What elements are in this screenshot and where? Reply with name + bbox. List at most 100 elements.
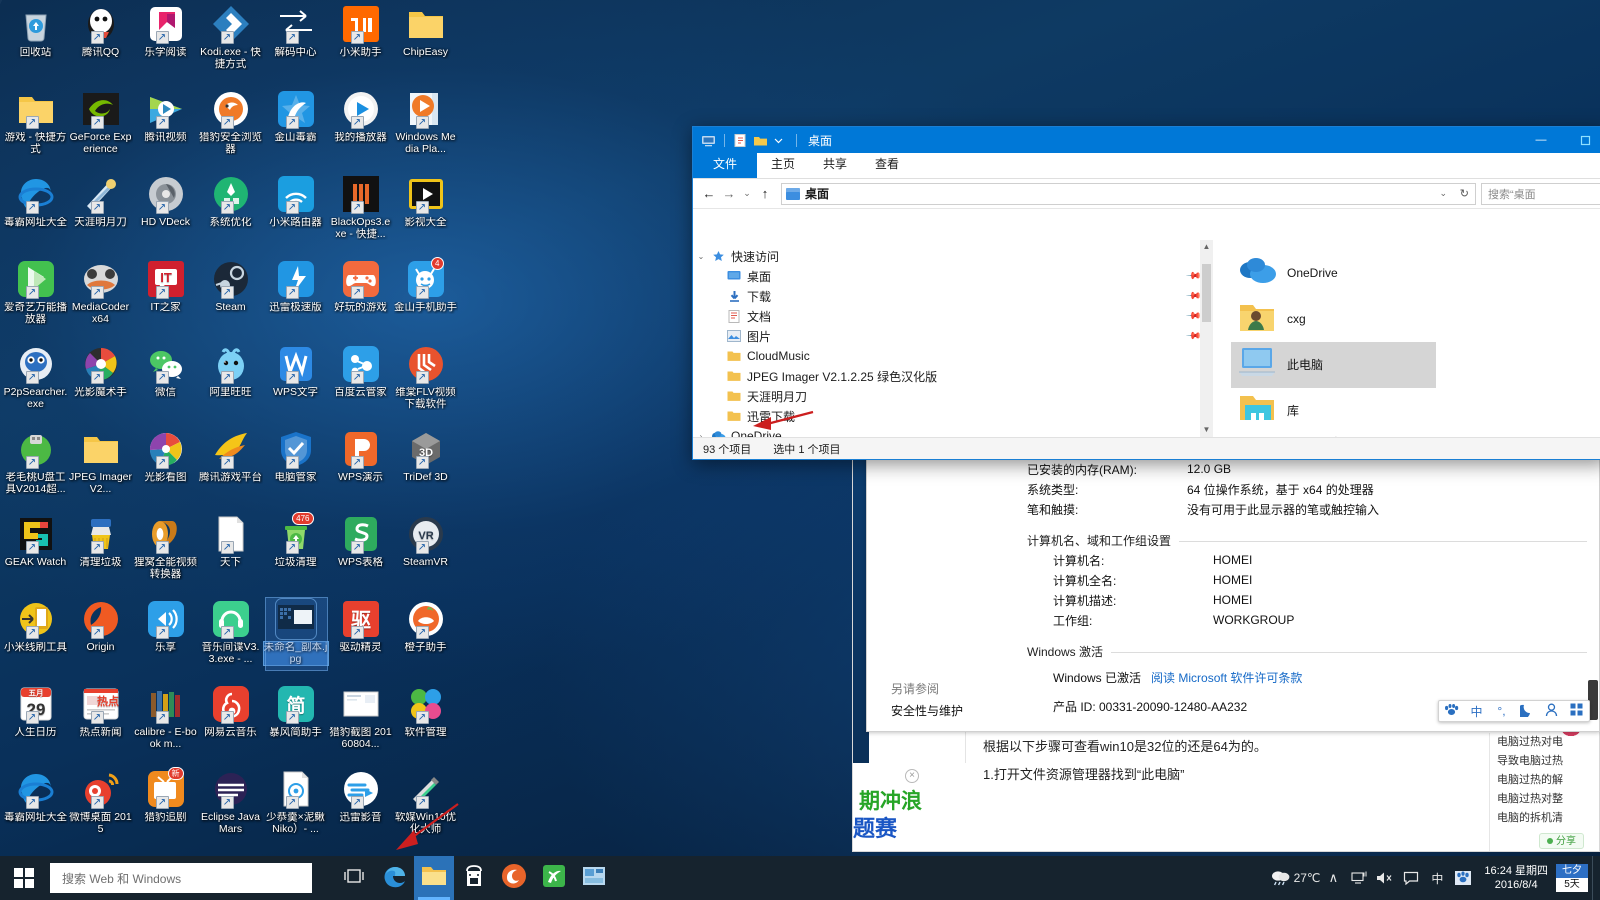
desktop-icon[interactable]: ↗calibre - E-book m... <box>133 684 198 756</box>
desktop-icon[interactable]: 简↗暴风简助手 <box>263 684 328 756</box>
license-terms-link[interactable]: 阅读 Microsoft 软件许可条款 <box>1151 671 1302 685</box>
back-button[interactable]: ← <box>699 182 719 206</box>
tree-item[interactable]: 下载📌 <box>693 286 1213 306</box>
share-button[interactable]: 分享 <box>1539 833 1584 849</box>
desktop-icon[interactable]: ↗少恭羹×泥鳅Niko）- ... <box>263 769 328 841</box>
desktop-icon[interactable]: ↗Kodi.exe - 快捷方式 <box>198 4 263 76</box>
taskbar-firefox[interactable] <box>494 856 534 900</box>
desktop-icon[interactable]: ↗维棠FLV视频下载软件 <box>393 344 458 416</box>
desktop-icon[interactable]: ↗迅雷影音 <box>328 769 393 841</box>
desktop-icon[interactable]: ↗软媒Win10优化大师 <box>393 769 458 841</box>
ime-indicator[interactable]: 中 <box>1424 856 1450 900</box>
desktop-icon[interactable]: ↗微信 <box>133 344 198 416</box>
desktop-icon[interactable]: 驱↗驱动精灵 <box>328 599 393 671</box>
taskbar-kingsoft[interactable] <box>534 856 574 900</box>
person-icon[interactable] <box>1542 703 1562 720</box>
desktop-icon[interactable]: 五月29↗人生日历 <box>3 684 68 756</box>
show-desktop-button[interactable] <box>1592 856 1600 900</box>
close-icon[interactable]: × <box>905 769 919 783</box>
tree-item[interactable]: 迅雷下载 <box>693 406 1213 426</box>
forward-button[interactable]: → <box>719 182 739 206</box>
scroll-up-icon[interactable]: ▲ <box>1200 240 1213 254</box>
explorer-title-bar[interactable]: 桌面 — <box>693 127 1600 153</box>
desktop-icon[interactable]: ↗WPS表格 <box>328 514 393 586</box>
desktop-icon[interactable]: ↗阿里旺旺 <box>198 344 263 416</box>
desktop-icon[interactable]: 热点↗热点新闻 <box>68 684 133 756</box>
scroll-down-icon[interactable]: ▼ <box>1200 423 1213 437</box>
new-folder-icon[interactable] <box>753 133 768 148</box>
taskbar-app-buttons[interactable] <box>334 856 614 900</box>
desktop-icon[interactable]: 猎豹截图 20160804... <box>328 684 393 756</box>
clock[interactable]: 16:24 星期四 2016/8/4 <box>1476 864 1556 892</box>
desktop-icon[interactable]: ↗476垃圾清理 <box>263 514 328 586</box>
desktop-icon[interactable]: ↗GEAK Watch <box>3 514 68 586</box>
related-link[interactable]: 电脑的拆机清 <box>1497 809 1600 828</box>
desktop-icon[interactable]: ↗老毛桃U盘工具V2014超... <box>3 429 68 501</box>
tree-item[interactable]: 天涯明月刀 <box>693 386 1213 406</box>
desktop-icon[interactable]: ↗狸窝全能视频转换器 <box>133 514 198 586</box>
desktop-icon[interactable]: ↗天涯明月刀 <box>68 174 133 246</box>
tree-item[interactable]: 桌面📌 <box>693 266 1213 286</box>
ribbon-tab-0[interactable]: 文件 <box>693 150 757 178</box>
taskbar-store[interactable] <box>454 856 494 900</box>
minimize-button[interactable]: — <box>1519 127 1563 153</box>
baidu-ime-icon[interactable] <box>1450 856 1476 900</box>
ime-item-1[interactable]: 中 <box>1467 703 1487 720</box>
pin-icon[interactable]: 📌 <box>1184 288 1201 305</box>
desktop-icon[interactable]: ↗乐学阅读 <box>133 4 198 76</box>
desktop-icon[interactable]: ↗清理垃圾 <box>68 514 133 586</box>
taskbar-edge[interactable] <box>374 856 414 900</box>
desktop-icon[interactable]: VR↗SteamVR <box>393 514 458 586</box>
volume-muted-icon[interactable] <box>1372 856 1398 900</box>
desktop-icon[interactable]: 回收站 <box>3 4 68 76</box>
desktop-icon[interactable]: ↗Origin <box>68 599 133 671</box>
ime-floating-bar[interactable]: 中°, <box>1438 700 1590 722</box>
desktop-icon[interactable]: ↗MediaCoder x64 <box>68 259 133 331</box>
explorer-ribbon-tabs[interactable]: 文件主页共享查看 <box>693 153 1600 179</box>
desktop-icon[interactable]: ↗腾讯游戏平台 <box>198 429 263 501</box>
show-hidden-icons-button[interactable]: ∧ <box>1320 856 1346 900</box>
ribbon-tab-3[interactable]: 查看 <box>861 150 913 178</box>
desktop-icon[interactable]: ↗软件管理 <box>393 684 458 756</box>
refresh-icon[interactable]: ↻ <box>1460 187 1469 200</box>
navigation-scrollbar[interactable]: ▲ ▼ <box>1200 240 1213 437</box>
desktop-icon[interactable]: ↗小米路由器 <box>263 174 328 246</box>
desktop-icon[interactable]: ↗网易云音乐 <box>198 684 263 756</box>
related-link[interactable]: 导致电脑过热 <box>1497 752 1600 771</box>
grid-icon[interactable] <box>1567 703 1587 719</box>
desktop-icon[interactable]: ↗GeForce Experience <box>68 89 133 161</box>
tree-item[interactable]: ⌄快速访问 <box>693 246 1213 266</box>
desktop-icon[interactable]: ↗金山毒霸 <box>263 89 328 161</box>
desktop-icon[interactable]: ↗BlackOps3.exe - 快捷... <box>328 174 393 246</box>
desktop-icon[interactable]: ↗光影魔术手 <box>68 344 133 416</box>
file-list[interactable]: OneDrivecxg此电脑库DVD 驱动器 (J:) Audio CD0 字节… <box>1213 240 1600 437</box>
window-controls[interactable]: — <box>1519 127 1600 153</box>
desktop-icon[interactable]: JPEG Imager V2... <box>68 429 133 501</box>
desktop-icon[interactable]: ↗腾讯QQ <box>68 4 133 76</box>
related-link[interactable]: 电脑过热对整 <box>1497 790 1600 809</box>
desktop-icon[interactable]: ↗猎豹安全浏览器 <box>198 89 263 161</box>
desktop-icon[interactable]: ↗乐享 <box>133 599 198 671</box>
scrollbar-thumb[interactable] <box>1202 264 1211 322</box>
desktop-icon[interactable]: ↗腾讯视频 <box>133 89 198 161</box>
desktop-icon[interactable]: ↗电脑管家 <box>263 429 328 501</box>
desktop-icon[interactable]: ↗4金山手机助手 <box>393 259 458 331</box>
quick-access-toolbar[interactable] <box>693 133 800 148</box>
file-list-item[interactable]: 库 <box>1231 388 1436 434</box>
desktop-icon[interactable]: ↗音乐间谍V3.3.exe - ... <box>198 599 263 671</box>
desktop-icon[interactable]: ↗WPS文字 <box>263 344 328 416</box>
chevron-icon[interactable]: ⌄ <box>693 252 709 261</box>
explorer-address-bar[interactable]: ← → ⌄ ↑ 桌面 ⌄ ↻ 搜索“桌面 <box>693 179 1600 209</box>
action-center-icon[interactable] <box>1398 856 1424 900</box>
desktop-icon[interactable]: ↗好玩的游戏 <box>328 259 393 331</box>
up-button[interactable]: ↑ <box>755 182 775 206</box>
properties-icon[interactable] <box>733 133 748 148</box>
desktop-icon[interactable]: ↗微博桌面 2015 <box>68 769 133 841</box>
breadcrumb-bar[interactable]: 桌面 ⌄ ↻ <box>781 183 1476 205</box>
folder-tree[interactable]: ⌄快速访问桌面📌下载📌文档📌图片📌CloudMusicJPEG Imager V… <box>693 246 1213 437</box>
system-tray[interactable]: 27℃ ∧ 中 16:24 星期四 2016/8/4 七夕 5天 <box>1268 856 1600 900</box>
desktop-icon[interactable]: ↗Windows Media Pla... <box>393 89 458 161</box>
taskbar-search-input[interactable]: 搜索 Web 和 Windows <box>50 863 312 893</box>
desktop-icon[interactable]: 未命名_副本.jpg <box>263 599 328 671</box>
desktop-icon[interactable]: ↗影视大全 <box>393 174 458 246</box>
